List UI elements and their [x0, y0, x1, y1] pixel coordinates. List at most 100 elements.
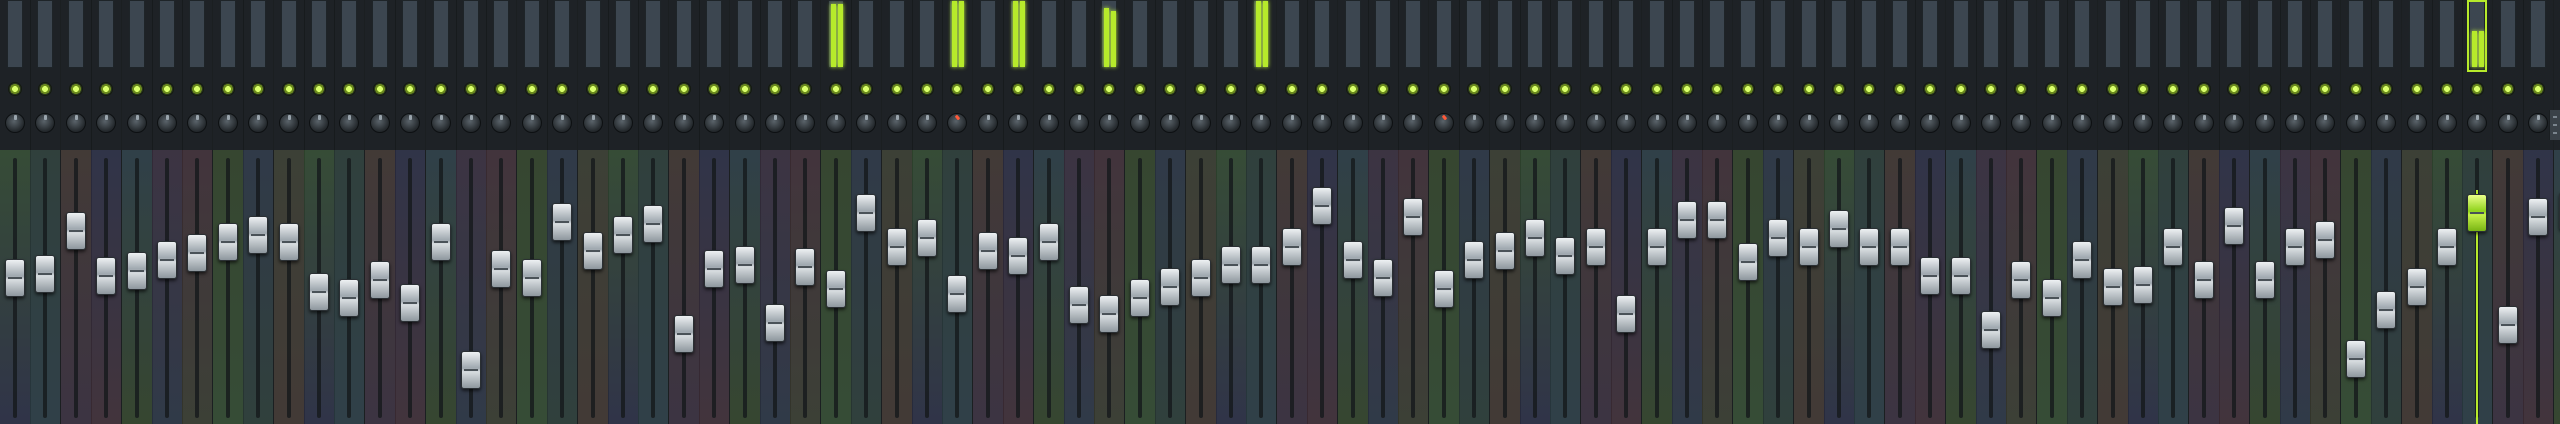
volume-fader[interactable]: [1920, 257, 1940, 295]
mute-led-icon[interactable]: [1102, 82, 1116, 96]
mute-led-icon[interactable]: [99, 82, 113, 96]
mixer-strip[interactable]: [1976, 0, 2007, 424]
pan-knob[interactable]: [339, 113, 359, 133]
mute-led-icon[interactable]: [38, 82, 52, 96]
mute-led-icon[interactable]: [2166, 82, 2180, 96]
mute-led-icon[interactable]: [403, 82, 417, 96]
mixer-strip[interactable]: [2128, 0, 2159, 424]
pan-knob[interactable]: [1434, 113, 1454, 133]
mixer-strip[interactable]: [1611, 0, 1642, 424]
pan-knob[interactable]: [1920, 113, 1940, 133]
volume-fader[interactable]: [1951, 257, 1971, 295]
mute-led-icon[interactable]: [707, 82, 721, 96]
volume-fader[interactable]: [309, 273, 329, 311]
volume-fader[interactable]: [461, 351, 481, 389]
volume-fader[interactable]: [2163, 228, 2183, 266]
mixer-strip[interactable]: [91, 0, 122, 424]
pan-knob[interactable]: [309, 113, 329, 133]
mixer-strip[interactable]: [1672, 0, 1703, 424]
mixer-strip[interactable]: [1064, 0, 1095, 424]
mixer-strip[interactable]: [1581, 0, 1612, 424]
pan-knob[interactable]: [522, 113, 542, 133]
mute-led-icon[interactable]: [1619, 82, 1633, 96]
mute-led-icon[interactable]: [677, 82, 691, 96]
volume-fader[interactable]: [127, 252, 147, 290]
volume-fader[interactable]: [2285, 228, 2305, 266]
mute-led-icon[interactable]: [1984, 82, 1998, 96]
pan-knob[interactable]: [370, 113, 390, 133]
pan-knob[interactable]: [1130, 113, 1150, 133]
mixer-strip[interactable]: [1003, 0, 1034, 424]
volume-fader[interactable]: [1373, 259, 1393, 297]
pan-knob[interactable]: [613, 113, 633, 133]
volume-fader[interactable]: [1981, 311, 2001, 349]
volume-fader[interactable]: [552, 203, 572, 241]
mixer-strip[interactable]: [1277, 0, 1308, 424]
pan-knob[interactable]: [552, 113, 572, 133]
mixer-strip[interactable]: [304, 0, 335, 424]
volume-fader[interactable]: [947, 275, 967, 313]
mute-led-icon[interactable]: [1437, 82, 1451, 96]
volume-fader[interactable]: [1191, 259, 1211, 297]
pan-knob[interactable]: [795, 113, 815, 133]
mixer-strip[interactable]: [760, 0, 791, 424]
pan-knob[interactable]: [96, 113, 116, 133]
mute-led-icon[interactable]: [1224, 82, 1238, 96]
mute-led-icon[interactable]: [2258, 82, 2272, 96]
mute-led-icon[interactable]: [2197, 82, 2211, 96]
mute-led-icon[interactable]: [2014, 82, 2028, 96]
volume-fader[interactable]: [583, 232, 603, 270]
mute-led-icon[interactable]: [1558, 82, 1572, 96]
pan-knob[interactable]: [765, 113, 785, 133]
pan-knob[interactable]: [2103, 113, 2123, 133]
volume-fader[interactable]: [2437, 228, 2457, 266]
mute-led-icon[interactable]: [2106, 82, 2120, 96]
pan-knob[interactable]: [1586, 113, 1606, 133]
volume-fader[interactable]: [765, 304, 785, 342]
pan-knob[interactable]: [1160, 113, 1180, 133]
mute-led-icon[interactable]: [1194, 82, 1208, 96]
mute-led-icon[interactable]: [1650, 82, 1664, 96]
volume-fader[interactable]: [35, 255, 55, 293]
volume-fader[interactable]: [613, 216, 633, 254]
mixer-strip[interactable]: [1459, 0, 1490, 424]
pan-knob[interactable]: [1343, 113, 1363, 133]
mute-led-icon[interactable]: [798, 82, 812, 96]
mute-led-icon[interactable]: [1771, 82, 1785, 96]
volume-fader[interactable]: [157, 241, 177, 279]
mixer-strip[interactable]: [213, 0, 244, 424]
volume-fader[interactable]: [491, 250, 511, 288]
mixer-strip[interactable]: [1520, 0, 1551, 424]
pan-knob[interactable]: [2498, 113, 2518, 133]
mute-led-icon[interactable]: [2410, 82, 2424, 96]
pan-knob[interactable]: [1555, 113, 1575, 133]
mute-led-icon[interactable]: [1802, 82, 1816, 96]
mixer-strip[interactable]: [2402, 0, 2433, 424]
mute-led-icon[interactable]: [434, 82, 448, 96]
mute-led-icon[interactable]: [1285, 82, 1299, 96]
mixer-strip[interactable]: [2432, 0, 2463, 424]
mute-led-icon[interactable]: [768, 82, 782, 96]
pan-knob[interactable]: [2011, 113, 2031, 133]
mute-led-icon[interactable]: [1954, 82, 1968, 96]
volume-fader[interactable]: [1616, 295, 1636, 333]
mixer-strip[interactable]: [1094, 0, 1125, 424]
pan-knob[interactable]: [1282, 113, 1302, 133]
pan-knob[interactable]: [2072, 113, 2092, 133]
volume-fader[interactable]: [1707, 201, 1727, 239]
mute-led-icon[interactable]: [950, 82, 964, 96]
mixer-strip[interactable]: [1368, 0, 1399, 424]
mute-led-icon[interactable]: [221, 82, 235, 96]
mixer-strip[interactable]: [669, 0, 700, 424]
mixer-strip[interactable]: [426, 0, 457, 424]
mixer-strip[interactable]: [1642, 0, 1673, 424]
mute-led-icon[interactable]: [2379, 82, 2393, 96]
mute-led-icon[interactable]: [130, 82, 144, 96]
mixer-strip[interactable]: [2493, 0, 2524, 424]
pan-knob[interactable]: [1677, 113, 1697, 133]
mute-led-icon[interactable]: [251, 82, 265, 96]
volume-fader[interactable]: [1555, 237, 1575, 275]
mixer-strip[interactable]: [730, 0, 761, 424]
mute-led-icon[interactable]: [981, 82, 995, 96]
mixer-strip[interactable]: [182, 0, 213, 424]
